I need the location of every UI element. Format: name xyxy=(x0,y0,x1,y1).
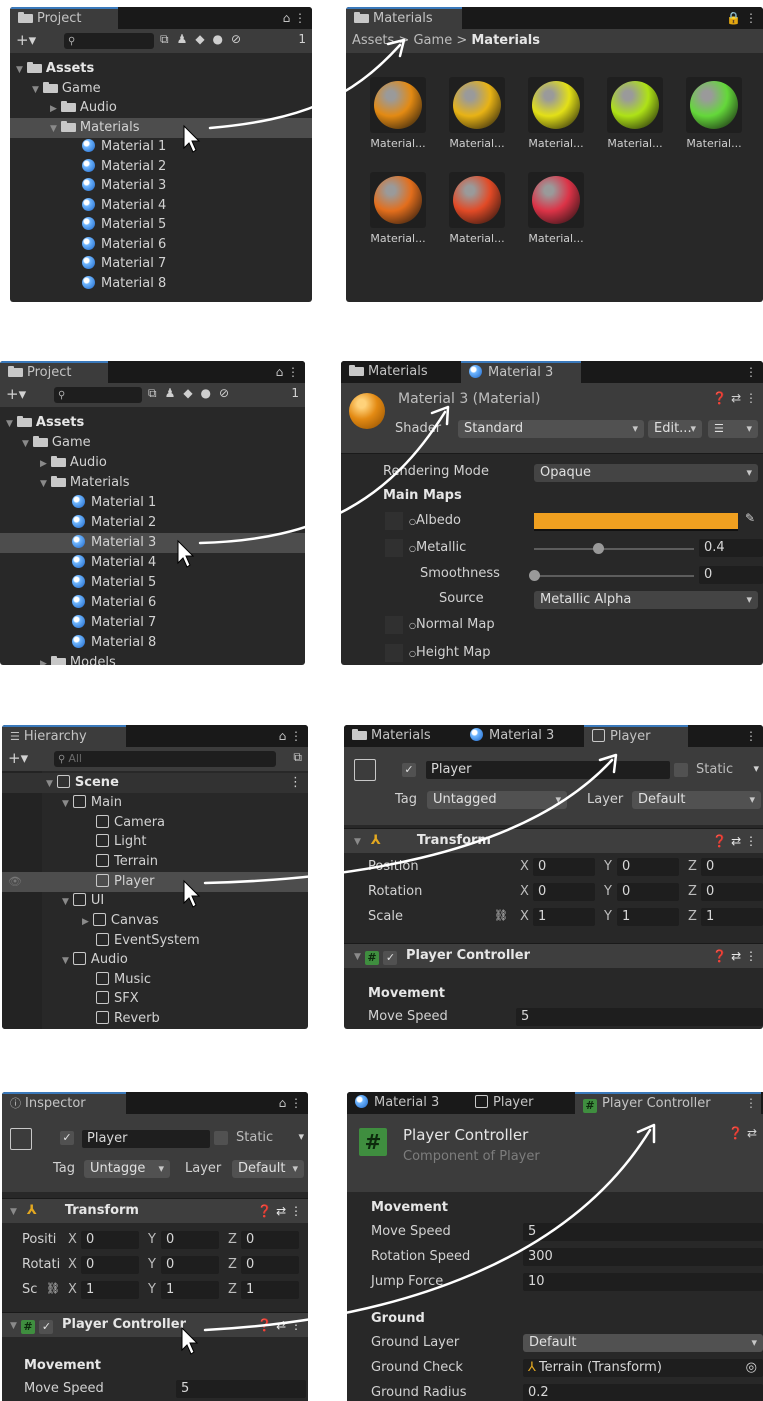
drag-arrow xyxy=(208,43,402,130)
drag-arrow xyxy=(203,1128,652,1332)
mouse-cursor-icon xyxy=(183,879,201,908)
mouse-cursor-icon xyxy=(177,539,195,568)
drag-arrows-overlay xyxy=(177,38,656,1355)
arrow-head xyxy=(636,1123,656,1144)
drag-arrow xyxy=(198,410,447,545)
mouse-cursor-icon xyxy=(183,124,201,153)
mouse-cursor-icon xyxy=(181,1326,199,1355)
drag-arrow xyxy=(203,758,614,885)
